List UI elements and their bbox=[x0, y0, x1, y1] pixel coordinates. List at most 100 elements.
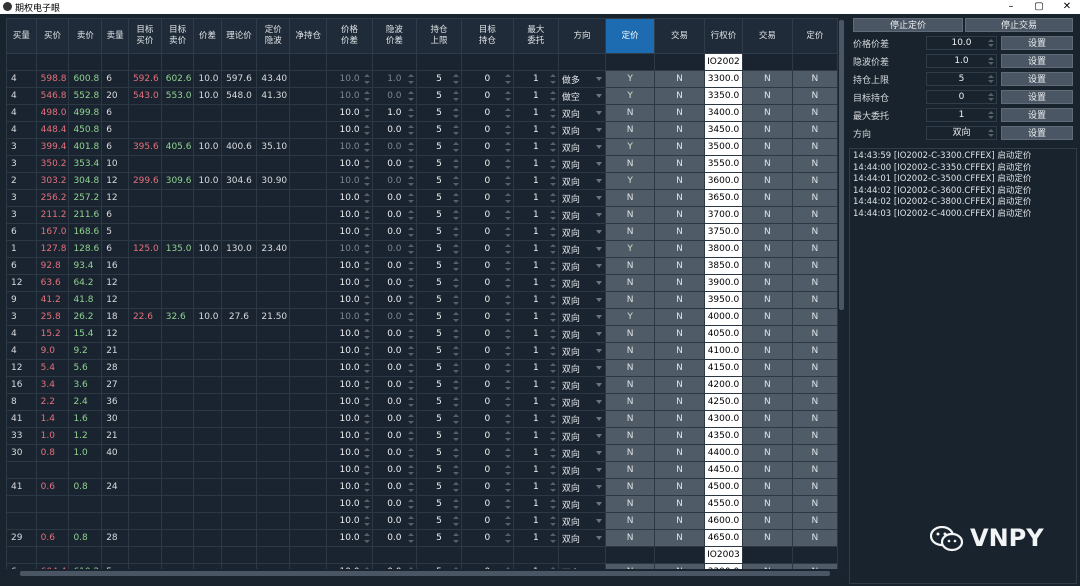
spin-down-icon[interactable] bbox=[453, 115, 460, 118]
set-button[interactable]: 设置 bbox=[1001, 36, 1073, 50]
spin-up-icon[interactable] bbox=[408, 482, 415, 485]
spin-down-icon[interactable] bbox=[363, 523, 370, 526]
spin-down-icon[interactable] bbox=[549, 285, 556, 288]
chevron-down-icon[interactable] bbox=[596, 298, 603, 302]
spin-up-icon[interactable] bbox=[363, 295, 370, 298]
put-trading-toggle[interactable]: N bbox=[741, 478, 793, 496]
spin-up-icon[interactable] bbox=[504, 465, 511, 468]
price-spread-spinbox[interactable]: 10.0 bbox=[326, 274, 373, 292]
chevron-down-icon[interactable] bbox=[596, 162, 603, 166]
set-button[interactable]: 设置 bbox=[1001, 72, 1073, 86]
spin-up-icon[interactable] bbox=[408, 329, 415, 332]
column-header[interactable]: 卖价 bbox=[68, 18, 103, 54]
pos-limit-spinbox[interactable]: 5 bbox=[416, 87, 463, 105]
put-pricing-toggle[interactable]: N bbox=[791, 87, 838, 105]
column-header[interactable]: 理论价 bbox=[220, 18, 258, 54]
spin-down-icon[interactable] bbox=[363, 302, 370, 305]
put-trading-toggle[interactable]: N bbox=[741, 529, 793, 547]
spin-up-icon[interactable] bbox=[504, 516, 511, 519]
spin-down-icon[interactable] bbox=[549, 268, 556, 271]
spin-down-icon[interactable] bbox=[408, 98, 415, 101]
put-trading-toggle[interactable]: N bbox=[741, 87, 793, 105]
spin-down-icon[interactable] bbox=[549, 387, 556, 390]
spin-up-icon[interactable] bbox=[453, 465, 460, 468]
put-trading-toggle[interactable]: N bbox=[741, 495, 793, 513]
spin-down-icon[interactable] bbox=[453, 98, 460, 101]
spin-down-icon[interactable] bbox=[363, 98, 370, 101]
target-pos-spinbox[interactable]: 0 bbox=[461, 87, 514, 105]
spin-down-icon[interactable] bbox=[549, 472, 556, 475]
pricing-toggle[interactable]: N bbox=[605, 444, 656, 462]
target-pos-spinbox[interactable]: 0 bbox=[461, 189, 514, 207]
spin-up-icon[interactable] bbox=[504, 482, 511, 485]
stop-trading-button[interactable]: 停止交易 bbox=[965, 18, 1073, 32]
target-pos-spinbox[interactable]: 0 bbox=[461, 104, 514, 122]
vol-spread-spinbox[interactable]: 0.0 bbox=[371, 308, 418, 326]
spin-up-icon[interactable] bbox=[363, 261, 370, 264]
spin-down-icon[interactable] bbox=[988, 134, 994, 137]
spin-up-icon[interactable] bbox=[363, 227, 370, 230]
spin-up-icon[interactable] bbox=[504, 397, 511, 400]
price-spread-spinbox[interactable]: 10.0 bbox=[326, 138, 373, 156]
spin-up-icon[interactable] bbox=[453, 159, 460, 162]
target-pos-spinbox[interactable]: 0 bbox=[461, 342, 514, 360]
put-trading-toggle[interactable]: N bbox=[741, 444, 793, 462]
max-order-spinbox[interactable]: 1 bbox=[512, 495, 559, 513]
vol-spread-spinbox[interactable]: 0.0 bbox=[371, 223, 418, 241]
max-order-spinbox[interactable]: 1 bbox=[512, 189, 559, 207]
spin-up-icon[interactable] bbox=[453, 431, 460, 434]
spin-down-icon[interactable] bbox=[453, 455, 460, 458]
put-trading-toggle[interactable]: N bbox=[741, 291, 793, 309]
direction-combo[interactable]: 双向 bbox=[557, 461, 607, 479]
chevron-down-icon[interactable] bbox=[596, 383, 603, 387]
max-order-spinbox[interactable]: 1 bbox=[512, 291, 559, 309]
spin-down-icon[interactable] bbox=[363, 268, 370, 271]
pricing-toggle[interactable]: N bbox=[605, 529, 656, 547]
max-order-spinbox[interactable]: 1 bbox=[512, 529, 559, 547]
spin-down-icon[interactable] bbox=[504, 404, 511, 407]
spin-up-icon[interactable] bbox=[504, 159, 511, 162]
spin-up-icon[interactable] bbox=[453, 380, 460, 383]
spin-up-icon[interactable] bbox=[549, 74, 556, 77]
spin-up-icon[interactable] bbox=[408, 176, 415, 179]
spin-up-icon[interactable] bbox=[363, 516, 370, 519]
price-spread-spinbox[interactable]: 10.0 bbox=[326, 427, 373, 445]
target-pos-spinbox[interactable]: 0 bbox=[461, 257, 514, 275]
spin-down-icon[interactable] bbox=[408, 285, 415, 288]
spin-up-icon[interactable] bbox=[363, 244, 370, 247]
spin-down-icon[interactable] bbox=[549, 302, 556, 305]
spin-down-icon[interactable] bbox=[453, 319, 460, 322]
price-spread-spinbox[interactable]: 10.0 bbox=[326, 206, 373, 224]
pos-limit-spinbox[interactable]: 5 bbox=[416, 206, 463, 224]
spin-up-icon[interactable] bbox=[504, 176, 511, 179]
direction-combo[interactable]: 双向 bbox=[557, 240, 607, 258]
put-pricing-toggle[interactable]: N bbox=[791, 121, 838, 139]
spin-down-icon[interactable] bbox=[988, 116, 994, 119]
pricing-toggle[interactable]: N bbox=[605, 342, 656, 360]
option-grid[interactable]: 买量 买价 卖价 卖量 目标 买价 目标 卖价 价差 理论价 定价 隐波 净持仓 价格 价差 隐波 价差 持仓 上限… bbox=[6, 18, 838, 574]
price-spread-spinbox[interactable]: 10.0 bbox=[326, 410, 373, 428]
spin-down-icon[interactable] bbox=[408, 200, 415, 203]
spin-up-icon[interactable] bbox=[408, 465, 415, 468]
spin-down-icon[interactable] bbox=[363, 149, 370, 152]
chevron-down-icon[interactable] bbox=[596, 315, 603, 319]
minimize-button[interactable]: – bbox=[998, 0, 1024, 14]
spin-up-icon[interactable] bbox=[453, 278, 460, 281]
spin-up-icon[interactable] bbox=[504, 227, 511, 230]
target-pos-spinbox[interactable]: 0 bbox=[461, 308, 514, 326]
spin-up-icon[interactable] bbox=[504, 210, 511, 213]
vol-spread-spinbox[interactable]: 0.0 bbox=[371, 461, 418, 479]
spin-up-icon[interactable] bbox=[549, 380, 556, 383]
target-pos-spinbox[interactable]: 0 bbox=[461, 240, 514, 258]
spin-down-icon[interactable] bbox=[549, 149, 556, 152]
chevron-down-icon[interactable] bbox=[596, 502, 603, 506]
price-spread-spinbox[interactable]: 10.0 bbox=[326, 308, 373, 326]
max-order-spinbox[interactable]: 1 bbox=[512, 427, 559, 445]
max-order-spinbox[interactable]: 1 bbox=[512, 308, 559, 326]
spin-down-icon[interactable] bbox=[363, 506, 370, 509]
spin-up-icon[interactable] bbox=[549, 397, 556, 400]
spin-up-icon[interactable] bbox=[549, 499, 556, 502]
put-trading-toggle[interactable]: N bbox=[741, 512, 793, 530]
spin-down-icon[interactable] bbox=[453, 268, 460, 271]
spin-down-icon[interactable] bbox=[453, 166, 460, 169]
